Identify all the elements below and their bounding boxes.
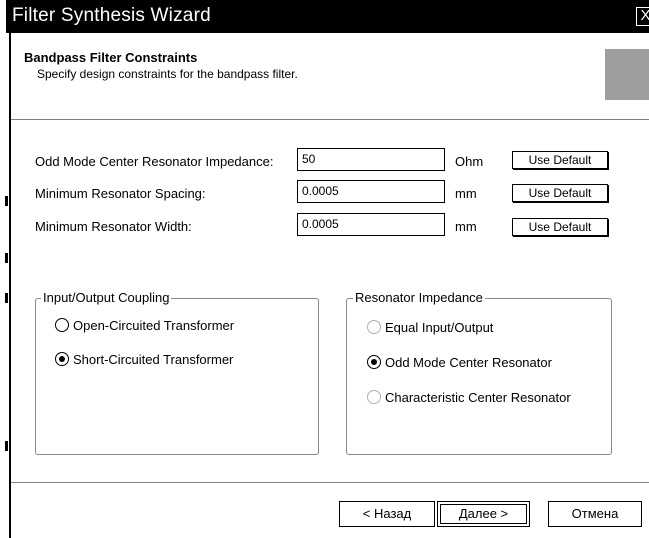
impedance-input[interactable]: 50	[297, 148, 445, 171]
title-bar: Filter Synthesis Wizard X	[6, 0, 649, 33]
resonator-impedance-legend: Resonator Impedance	[353, 290, 485, 305]
spacing-input[interactable]: 0.0005	[297, 180, 445, 203]
close-icon[interactable]: X	[636, 7, 649, 26]
impedance-label: Odd Mode Center Resonator Impedance:	[35, 154, 274, 169]
next-button[interactable]: Далее >	[437, 501, 530, 527]
width-default-label: Use Default	[528, 220, 592, 234]
spacing-unit: mm	[455, 186, 477, 201]
open-circuited-label[interactable]: Open-Circuited Transformer	[73, 318, 234, 333]
spacing-default-label: Use Default	[528, 186, 592, 200]
characteristic-center-label: Characteristic Center Resonator	[385, 390, 571, 405]
impedance-unit: Ohm	[455, 154, 484, 169]
width-unit: mm	[455, 219, 477, 234]
equal-io-radio	[367, 320, 381, 334]
back-button[interactable]: < Назад	[339, 501, 435, 527]
header-image	[605, 49, 649, 100]
short-circuited-label[interactable]: Short-Circuited Transformer	[73, 352, 233, 367]
header-divider	[11, 119, 649, 121]
window-frame-left	[0, 33, 11, 538]
width-input[interactable]: 0.0005	[297, 213, 445, 236]
cancel-button-label: Отмена	[571, 506, 619, 521]
back-button-label: < Назад	[362, 506, 412, 521]
next-button-label: Далее >	[458, 506, 509, 521]
impedance-default-label: Use Default	[528, 153, 592, 167]
characteristic-center-radio	[367, 390, 381, 404]
spacing-default-button[interactable]: Use Default	[512, 184, 608, 202]
impedance-default-button[interactable]: Use Default	[512, 151, 608, 169]
width-label: Minimum Resonator Width:	[35, 219, 192, 234]
window-title: Filter Synthesis Wizard	[12, 5, 211, 26]
width-default-button[interactable]: Use Default	[512, 218, 608, 236]
spacing-label: Minimum Resonator Spacing:	[35, 186, 206, 201]
short-circuited-radio[interactable]	[55, 352, 69, 366]
equal-io-label: Equal Input/Output	[385, 320, 494, 335]
odd-mode-radio[interactable]	[367, 355, 381, 369]
cancel-button[interactable]: Отмена	[548, 501, 642, 527]
header-subtitle: Specify design constraints for the bandp…	[37, 67, 298, 81]
open-circuited-radio[interactable]	[55, 318, 69, 332]
odd-mode-label[interactable]: Odd Mode Center Resonator	[385, 355, 552, 370]
header-title: Bandpass Filter Constraints	[24, 50, 198, 65]
io-coupling-legend: Input/Output Coupling	[41, 290, 172, 305]
footer-divider	[11, 482, 649, 484]
